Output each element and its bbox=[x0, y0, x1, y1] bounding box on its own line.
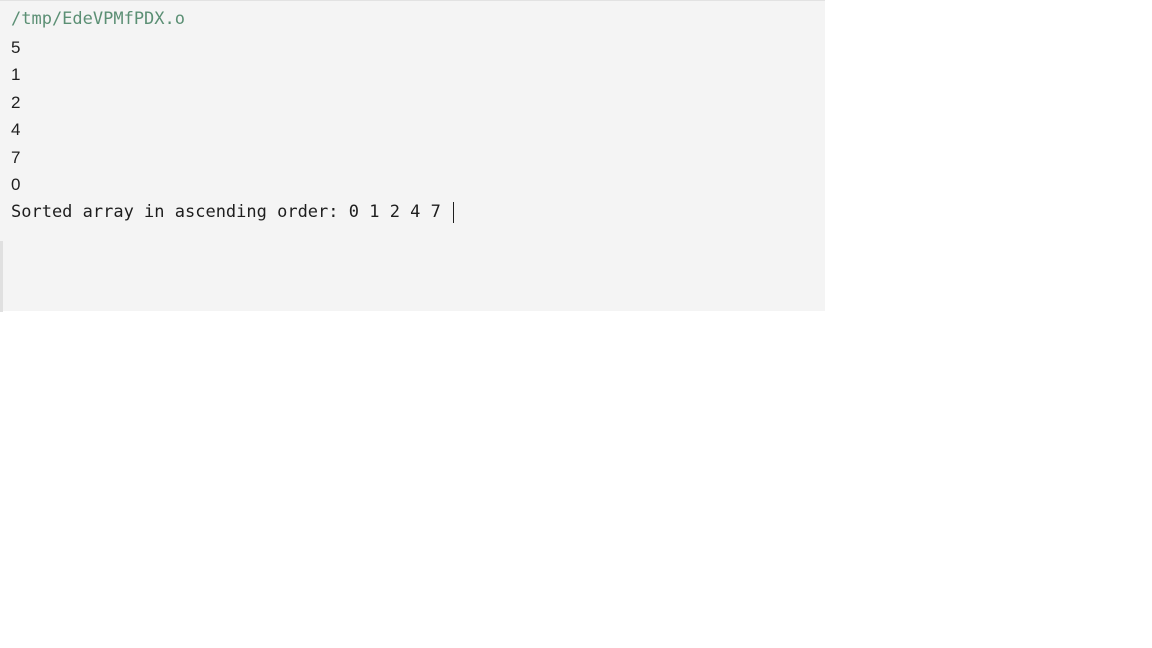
result-line: Sorted array in ascending order: 0 1 2 4… bbox=[11, 199, 455, 227]
console-output: /tmp/EdeVPMfPDX.o 5 1 2 4 7 0 Sorted arr… bbox=[11, 6, 455, 227]
console-left-edge bbox=[0, 241, 3, 312]
input-line: 5 bbox=[11, 37, 21, 57]
output-console[interactable]: /tmp/EdeVPMfPDX.o 5 1 2 4 7 0 Sorted arr… bbox=[0, 0, 825, 312]
input-line: 7 bbox=[11, 147, 21, 167]
executable-path: /tmp/EdeVPMfPDX.o bbox=[11, 9, 185, 29]
input-line: 0 bbox=[11, 175, 21, 194]
result-text: Sorted array in ascending order: 0 1 2 4… bbox=[11, 201, 452, 222]
input-line: 1 bbox=[11, 65, 21, 84]
input-line: 4 bbox=[11, 120, 21, 139]
text-cursor[interactable] bbox=[453, 201, 455, 223]
input-line: 2 bbox=[11, 92, 21, 112]
